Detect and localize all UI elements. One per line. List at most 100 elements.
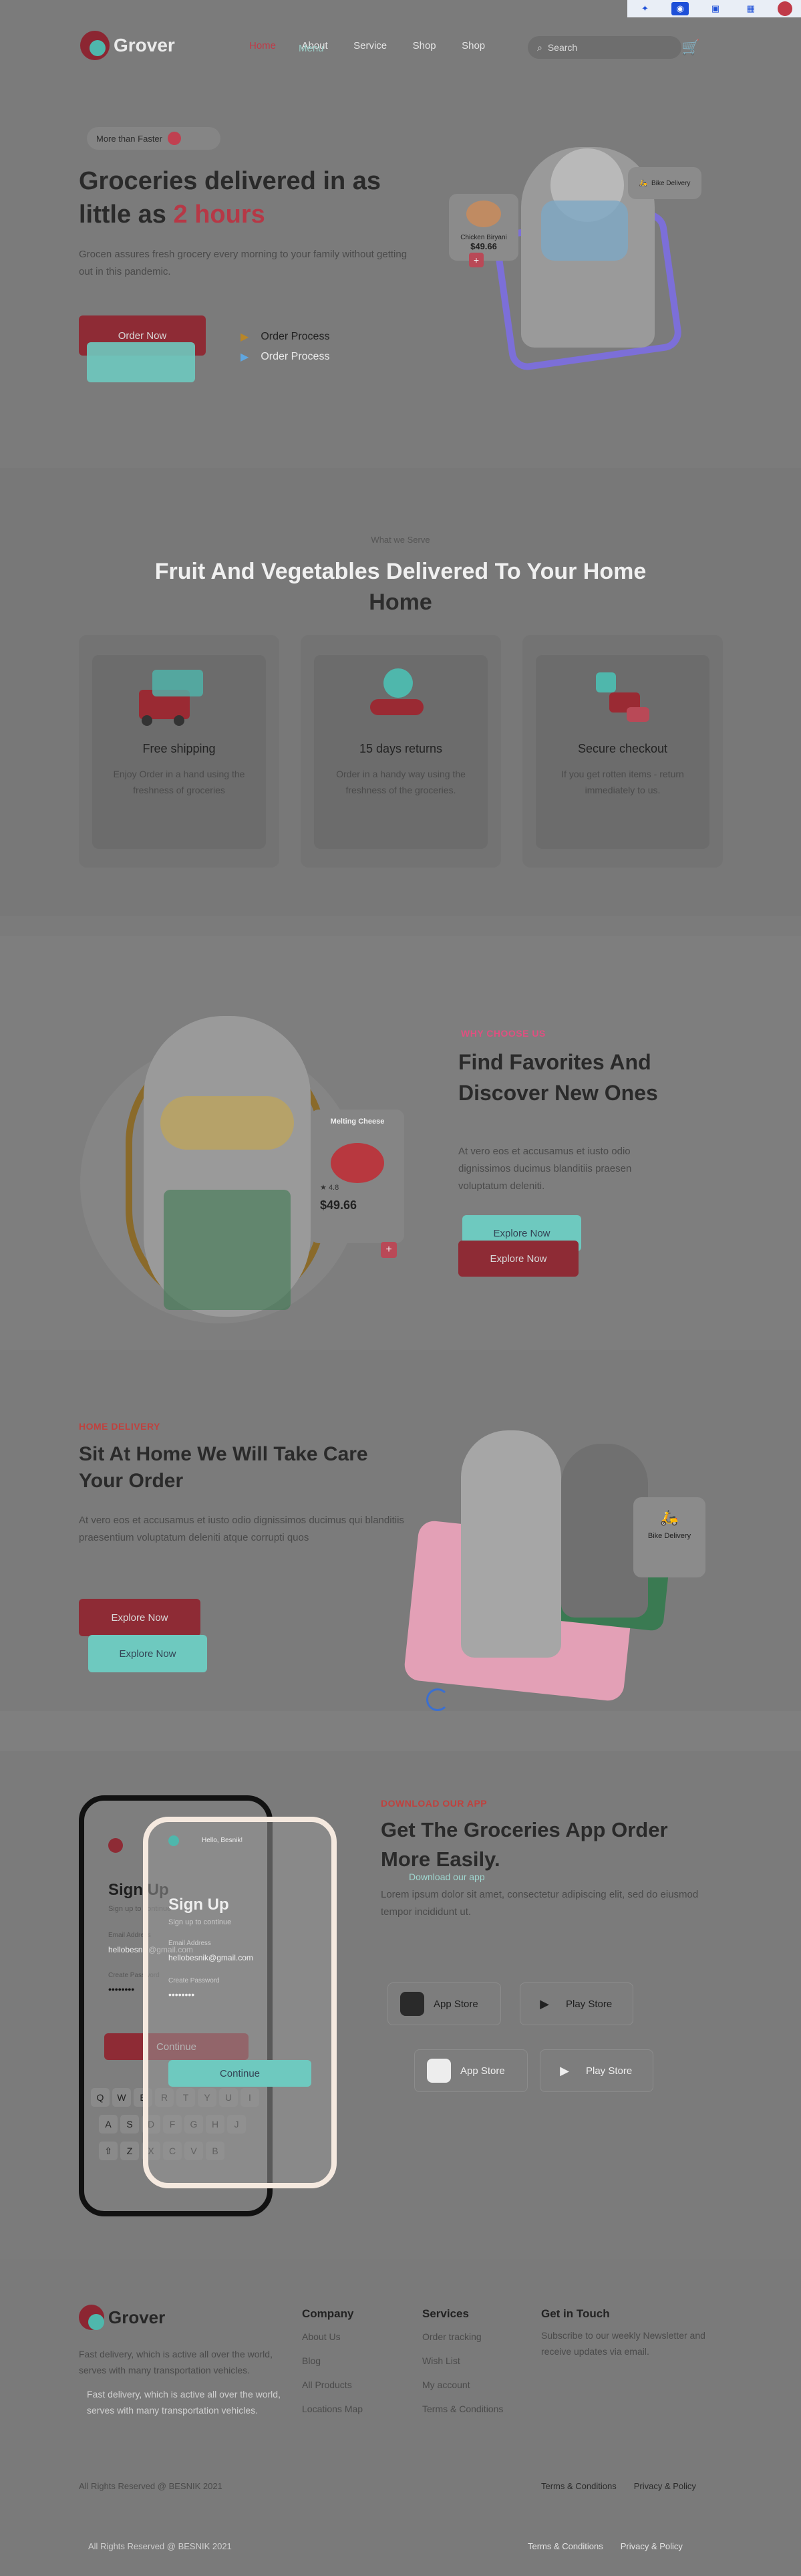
app-store-button-overlay[interactable]: App Store bbox=[414, 2049, 528, 2092]
app-store-label: App Store bbox=[434, 1998, 478, 2010]
choose-add-icon[interactable]: + bbox=[381, 1242, 397, 1258]
brand-name: Grover bbox=[114, 35, 175, 55]
footer-link-locations[interactable]: Locations Map bbox=[302, 2397, 363, 2421]
delivery-body: At vero eos et accusamus et iusto odio d… bbox=[79, 1515, 404, 1543]
footer-link-terms[interactable]: Terms & Conditions bbox=[422, 2397, 503, 2421]
service-card-shipping[interactable]: Free shipping Enjoy Order in a hand usin… bbox=[79, 635, 279, 868]
play-store-button[interactable]: ▶ Play Store bbox=[520, 1982, 633, 2025]
phone-light-title: Sign Up bbox=[168, 1896, 229, 1914]
delivery-title: Sit At Home We Will Take Care Your Order bbox=[79, 1441, 426, 1495]
delivery-title-line2: Your Order bbox=[79, 1470, 184, 1492]
rating: ★ 4.8 bbox=[311, 1183, 404, 1192]
app-title: Get The Groceries App Order More Easily. bbox=[381, 1815, 715, 1874]
key-a[interactable]: A bbox=[99, 2115, 118, 2134]
footer-col-contact-title: Get in Touch bbox=[541, 2307, 610, 2320]
phone-light-status: Hello, Besnik! bbox=[202, 1837, 243, 1844]
service-card-returns-title: 15 days returns bbox=[359, 742, 443, 755]
key-w[interactable]: W bbox=[112, 2088, 131, 2107]
order-process-label-overlay: Order Process bbox=[261, 351, 330, 362]
brand-logo[interactable]: Grover bbox=[80, 31, 175, 60]
search-input[interactable]: ⌕ Search bbox=[528, 36, 681, 59]
nav-shop-2[interactable]: Shop bbox=[462, 40, 485, 51]
phone-light-password-label: Create Password bbox=[168, 1977, 220, 1984]
key-z[interactable]: Z bbox=[120, 2142, 139, 2160]
phone-light-subtitle: Sign up to continue bbox=[168, 1918, 232, 1926]
biryani-image bbox=[466, 201, 501, 227]
nav-home[interactable]: Home bbox=[249, 40, 276, 51]
footer-col-services-title: Services bbox=[422, 2307, 469, 2320]
phone-dark-password[interactable]: •••••••• bbox=[108, 1984, 134, 1994]
footer-privacy-link[interactable]: Privacy & Policy bbox=[634, 2481, 696, 2491]
phone-light-continue-button[interactable]: Continue bbox=[168, 2060, 311, 2087]
add-cart-icon[interactable]: + bbox=[469, 253, 484, 267]
delivery-badge-card: 🛵 Bike Delivery bbox=[633, 1497, 705, 1577]
services-title: Fruit And Vegetables Delivered To Your H… bbox=[0, 556, 801, 618]
app-logo-icon bbox=[108, 1838, 123, 1853]
app-eyebrow-overlay: Download our app bbox=[409, 1872, 485, 1882]
order-process-link[interactable]: ▶ Order Process bbox=[241, 330, 329, 344]
app-title-line1: Get The Groceries App Order bbox=[381, 1818, 668, 1841]
delivery-badge: 🛵 Bike Delivery bbox=[628, 167, 701, 199]
key-s[interactable]: S bbox=[120, 2115, 139, 2134]
play-store-label: Play Store bbox=[566, 1998, 613, 2010]
service-card-checkout[interactable]: Secure checkout If you get rotten items … bbox=[522, 635, 723, 868]
order-now-button-overlay[interactable] bbox=[87, 342, 195, 382]
choose-explore-button[interactable]: Explore Now bbox=[458, 1241, 579, 1277]
app-store-label-overlay: App Store bbox=[460, 2065, 505, 2077]
band-divider bbox=[0, 1711, 801, 1751]
delivery-eyebrow: HOME DELIVERY bbox=[79, 1421, 160, 1432]
browser-extension-bar: ✦ ◉ ▣ ▦ bbox=[627, 0, 801, 17]
phone-light-logo-icon bbox=[168, 1835, 179, 1846]
vegetables-image bbox=[541, 201, 628, 261]
extension-icon[interactable]: ▦ bbox=[742, 2, 760, 15]
jacket-image bbox=[164, 1190, 291, 1310]
key-q[interactable]: Q bbox=[91, 2088, 110, 2107]
app-title-line2: More Easily. bbox=[381, 1847, 500, 1871]
delivery-badge-text: Bike Delivery bbox=[651, 179, 691, 187]
footer-brand-name: Grover bbox=[108, 2307, 166, 2327]
footer-link-blog[interactable]: Blog bbox=[302, 2349, 363, 2373]
footer-link-products[interactable]: All Products bbox=[302, 2373, 363, 2397]
delivery-explore-button[interactable]: Explore Now bbox=[79, 1599, 200, 1636]
footer-privacy-link-overlay[interactable]: Privacy & Policy bbox=[621, 2541, 683, 2551]
main-nav: Home About Service Shop Shop bbox=[249, 40, 508, 52]
footer-link-tracking[interactable]: Order tracking bbox=[422, 2325, 503, 2349]
play-icon: ▶ bbox=[241, 332, 249, 343]
nav-shop[interactable]: Shop bbox=[413, 40, 436, 51]
choose-title-line1: Find Favorites And bbox=[458, 1050, 651, 1074]
eye-icon[interactable]: ◉ bbox=[671, 2, 689, 15]
choose-body: At vero eos et accusamus et iusto odio d… bbox=[458, 1146, 632, 1192]
footer-logo[interactable]: Grover bbox=[79, 2305, 165, 2330]
delivery-bike-icon: 🛵 bbox=[660, 1509, 679, 1526]
choose-eyebrow: WHY CHOOSE US bbox=[461, 1028, 546, 1039]
lock-icon[interactable]: ▣ bbox=[707, 2, 724, 15]
footer-link-wishlist[interactable]: Wish List bbox=[422, 2349, 503, 2373]
money-hand-icon bbox=[367, 662, 428, 729]
profile-avatar[interactable] bbox=[777, 1, 792, 16]
hero-title-prefix: little as bbox=[79, 201, 174, 229]
order-process-label: Order Process bbox=[261, 331, 330, 342]
footer-link-about[interactable]: About Us bbox=[302, 2325, 363, 2349]
service-card-shipping-title: Free shipping bbox=[142, 742, 216, 755]
phone-light-password[interactable]: •••••••• bbox=[168, 1989, 194, 2000]
footer-col-services: Services Order tracking Wish List My acc… bbox=[422, 2307, 503, 2421]
app-store-button[interactable]: App Store bbox=[387, 1982, 501, 2025]
footer-terms-link[interactable]: Terms & Conditions bbox=[541, 2481, 617, 2491]
hero-title-highlight: 2 hours bbox=[173, 201, 265, 229]
shift-icon[interactable]: ⇧ bbox=[99, 2142, 118, 2160]
service-card-checkout-title: Secure checkout bbox=[577, 742, 668, 755]
play-store-button-overlay[interactable]: ▶ Play Store bbox=[540, 2049, 653, 2092]
choose-product-card[interactable]: Melting Cheese ★ 4.8 $49.66 bbox=[311, 1110, 404, 1243]
nav-service[interactable]: Service bbox=[353, 40, 387, 51]
pin-icon[interactable]: ✦ bbox=[636, 2, 653, 15]
service-card-returns[interactable]: 15 days returns Order in a handy way usi… bbox=[301, 635, 501, 868]
footer-terms-link-overlay[interactable]: Terms & Conditions bbox=[528, 2541, 603, 2551]
phone-light-email[interactable]: hellobesnik@gmail.com bbox=[168, 1953, 253, 1962]
hero-product-card[interactable]: Chicken Biryani $49.66 bbox=[449, 194, 518, 261]
play-icon-overlay: ▶ bbox=[241, 352, 249, 363]
footer-link-account[interactable]: My account bbox=[422, 2373, 503, 2397]
delivery-title-line1: Sit At Home We Will Take Care bbox=[79, 1443, 368, 1465]
cart-icon[interactable]: 🛒 bbox=[681, 39, 699, 56]
delivery-explore-button-overlay[interactable]: Explore Now bbox=[88, 1635, 207, 1672]
order-process-link-overlay[interactable]: ▶ Order Process bbox=[241, 350, 329, 364]
